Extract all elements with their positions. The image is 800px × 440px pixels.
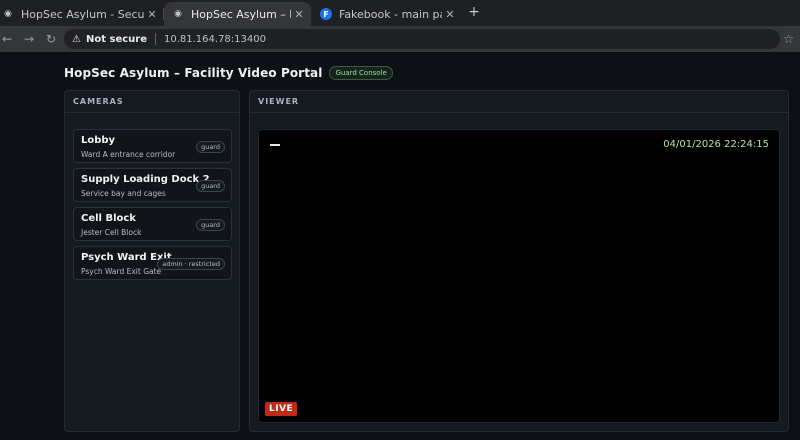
camera-role-badge: guard: [196, 219, 225, 231]
feed-indicator: [270, 144, 280, 146]
tab-fakebook[interactable]: F Fakebook - main page ✕: [312, 2, 462, 26]
globe-icon: ◉: [4, 9, 12, 19]
camera-role-badge: guard: [196, 180, 225, 192]
viewer-heading: VIEWER: [250, 91, 788, 113]
close-icon[interactable]: ✕: [442, 8, 458, 21]
address-bar[interactable]: ⚠ Not secure 10.81.164.78:13400: [64, 29, 780, 49]
star-icon[interactable]: ☆: [783, 32, 794, 46]
omnibox-divider: [155, 33, 156, 45]
new-tab-button[interactable]: +: [466, 4, 482, 20]
camera-description: Ward A entrance corridor: [81, 150, 176, 159]
video-feed[interactable]: 04/01/2026 22:24:15 LIVE: [258, 129, 780, 423]
forward-icon[interactable]: →: [22, 32, 36, 46]
camera-item-lobby[interactable]: Lobby Ward A entrance corridor guard: [73, 129, 232, 163]
page-title: HopSec Asylum – Facility Video Portal: [64, 66, 323, 80]
close-icon[interactable]: ✕: [291, 8, 307, 21]
warning-icon[interactable]: ⚠: [72, 34, 84, 45]
tab-title: Fakebook - main page: [339, 7, 442, 21]
live-badge: LIVE: [265, 402, 298, 416]
cameras-heading: CAMERAS: [65, 91, 239, 113]
camera-role-badge: guard: [196, 141, 225, 153]
camera-item-psych-ward-exit[interactable]: Psych Ward Exit Psych Ward Exit Gate adm…: [73, 246, 232, 280]
tab-title: HopSec Asylum – Facility: [191, 7, 291, 21]
tab-strip: ◉ HopSec Asylum - Security ✕ ◉ HopSec As…: [0, 0, 800, 26]
camera-item-cell-block[interactable]: Cell Block Jester Cell Block guard: [73, 207, 232, 241]
camera-name: Lobby: [81, 135, 116, 146]
close-icon[interactable]: ✕: [144, 8, 160, 21]
page-content: HopSec Asylum – Facility Video Portal Gu…: [0, 52, 800, 440]
back-icon[interactable]: ←: [0, 32, 14, 46]
camera-item-supply-loading-dock-2[interactable]: Supply Loading Dock 2 Service bay and ca…: [73, 168, 232, 202]
globe-icon: ◉: [174, 9, 182, 19]
camera-description: Psych Ward Exit Gate: [81, 267, 162, 276]
camera-name: Supply Loading Dock 2: [81, 174, 210, 185]
page-header: HopSec Asylum – Facility Video Portal Gu…: [64, 66, 393, 80]
tab-hopsec-facility[interactable]: ◉ HopSec Asylum – Facility ✕: [164, 2, 311, 26]
camera-name: Cell Block: [81, 213, 136, 224]
reload-icon[interactable]: ↻: [44, 32, 58, 46]
viewer-panel: VIEWER 04/01/2026 22:24:15 LIVE: [249, 90, 789, 432]
camera-description: Jester Cell Block: [81, 228, 142, 237]
tab-title: HopSec Asylum - Security: [21, 7, 144, 21]
camera-role-badge: admin · restricted: [157, 258, 225, 270]
security-label[interactable]: Not secure: [86, 34, 147, 45]
tab-hopsec-security[interactable]: ◉ HopSec Asylum - Security ✕: [0, 2, 164, 26]
url-text[interactable]: 10.81.164.78:13400: [164, 34, 266, 45]
facebook-icon: F: [320, 8, 332, 20]
browser-toolbar: ← → ↻ ⚠ Not secure 10.81.164.78:13400 ☆: [0, 26, 800, 52]
cameras-panel: CAMERAS Lobby Ward A entrance corridor g…: [64, 90, 240, 432]
feed-timestamp: 04/01/2026 22:24:15: [663, 139, 769, 150]
guard-console-badge: Guard Console: [329, 66, 393, 80]
camera-description: Service bay and cages: [81, 189, 166, 198]
